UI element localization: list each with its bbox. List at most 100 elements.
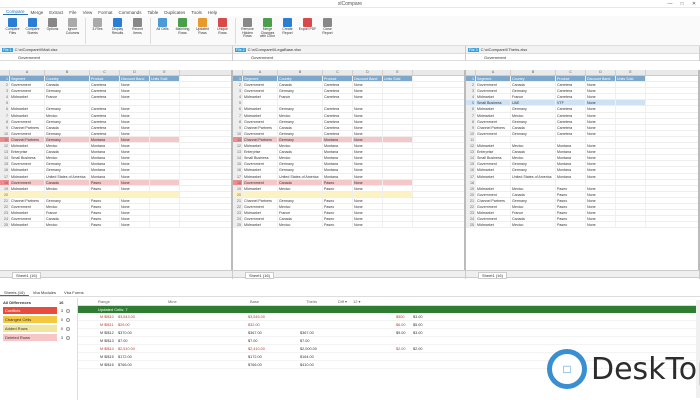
cell[interactable]: Units Sold xyxy=(383,76,413,82)
cell[interactable]: Discount Band xyxy=(586,76,616,82)
cell[interactable]: None xyxy=(120,112,150,118)
cell[interactable]: Paseo xyxy=(556,203,586,210)
cell[interactable]: Government xyxy=(243,88,278,94)
cell[interactable]: United States of America xyxy=(511,173,556,179)
cell[interactable]: Canada xyxy=(278,124,323,130)
cell[interactable]: Mexico xyxy=(45,155,90,161)
cell[interactable] xyxy=(150,118,180,124)
cell[interactable] xyxy=(616,197,646,203)
cell[interactable]: None xyxy=(353,222,383,228)
cell[interactable] xyxy=(616,203,646,210)
cell[interactable]: Germany xyxy=(278,88,323,94)
cell[interactable]: None xyxy=(353,112,383,118)
menu-extract[interactable]: Extract xyxy=(46,10,66,15)
cell[interactable]: Paseo xyxy=(323,216,353,222)
cell[interactable]: Enterprise xyxy=(243,149,278,155)
cell[interactable]: Germany xyxy=(45,118,90,124)
file1-path[interactable]: File 1 C:\xlCompare\l\Mail.xlsx xyxy=(0,45,233,54)
cell[interactable]: Government xyxy=(476,161,511,167)
sheet-tab-3[interactable]: Sheet1 (16) xyxy=(478,271,507,279)
cell[interactable]: Mexico xyxy=(278,185,323,191)
cell[interactable] xyxy=(150,179,180,185)
maximize-button[interactable]: □ xyxy=(676,0,688,8)
cell[interactable]: Carretera xyxy=(556,106,586,112)
ribbon-close-report-button[interactable]: Close Report xyxy=(318,18,337,35)
cell[interactable] xyxy=(10,191,45,197)
menu-format[interactable]: Format xyxy=(95,10,115,15)
cell[interactable] xyxy=(150,197,180,203)
diff-row[interactable]: M $I$10 $3,543.00 $3,545.00 $500 $3.00 xyxy=(78,313,700,321)
cell[interactable]: Canada xyxy=(45,149,90,155)
cell[interactable] xyxy=(150,191,180,197)
updated-cells-group[interactable]: Updated Cells: 7 xyxy=(78,306,700,313)
cell[interactable]: Paseo xyxy=(556,191,586,197)
cell[interactable]: Government xyxy=(476,203,511,210)
cell[interactable]: Germany xyxy=(278,118,323,124)
cell[interactable]: Germany xyxy=(511,197,556,203)
cell[interactable]: Enterprise xyxy=(476,149,511,155)
cell[interactable]: None xyxy=(353,216,383,222)
cell[interactable]: Montana xyxy=(90,173,120,179)
ribbon-matching-rows-button[interactable]: Matching Rows xyxy=(173,18,192,35)
cell[interactable]: None xyxy=(586,197,616,203)
cell[interactable] xyxy=(383,191,413,197)
diff-row[interactable]: M $I$11 $29.00 $32.00 $6.00 $5.00 xyxy=(78,321,700,329)
cell[interactable]: None xyxy=(586,88,616,94)
cell[interactable]: Mexico xyxy=(45,143,90,149)
cell[interactable]: Canada xyxy=(278,179,323,185)
cell[interactable] xyxy=(45,191,90,197)
cell[interactable]: Carretera xyxy=(556,94,586,100)
minimize-button[interactable]: — xyxy=(664,0,676,8)
cell[interactable]: Paseo xyxy=(90,203,120,210)
cell[interactable] xyxy=(383,216,413,222)
cell[interactable]: None xyxy=(586,112,616,118)
cell[interactable] xyxy=(616,222,646,228)
cell[interactable]: Germany xyxy=(45,167,90,173)
cell[interactable]: Units Sold xyxy=(616,76,646,82)
cell[interactable]: Government xyxy=(476,216,511,222)
cell[interactable]: Montana xyxy=(556,143,586,149)
ribbon-unique-rows-button[interactable]: Unique Rows xyxy=(213,18,232,35)
cell[interactable] xyxy=(383,173,413,179)
cell[interactable] xyxy=(556,136,586,143)
ribbon-export-pdf-button[interactable]: Export PDF xyxy=(298,18,317,32)
cell[interactable]: Midmarket xyxy=(10,173,45,179)
cell[interactable] xyxy=(150,124,180,130)
cell[interactable]: None xyxy=(120,173,150,179)
cell[interactable]: Midmarket xyxy=(243,167,278,173)
cell[interactable]: Montana xyxy=(556,173,586,179)
cell[interactable] xyxy=(616,161,646,167)
cell[interactable]: Germany xyxy=(511,106,556,112)
cell[interactable]: Midmarket xyxy=(10,106,45,112)
cell[interactable]: VTF xyxy=(556,100,586,106)
cell[interactable]: None xyxy=(353,136,383,143)
cell[interactable] xyxy=(278,100,323,106)
cell[interactable]: Mexico xyxy=(511,143,556,149)
cell[interactable]: Montana xyxy=(90,136,120,143)
cell[interactable]: Midmarket xyxy=(243,143,278,149)
column-header[interactable]: D xyxy=(586,70,616,75)
cell[interactable]: Carretera xyxy=(90,94,120,100)
diff-row[interactable]: M $I$13 $7.00 $7.00 $7.00 xyxy=(78,337,700,345)
close-button[interactable]: ✕ xyxy=(688,0,700,8)
cell[interactable]: Germany xyxy=(278,136,323,143)
cell[interactable]: Small Business xyxy=(476,155,511,161)
cell[interactable]: Midmarket xyxy=(476,143,511,149)
tab-sheets[interactable]: Sheets (16) xyxy=(0,290,29,296)
cell[interactable]: Carretera xyxy=(90,124,120,130)
cell[interactable] xyxy=(476,179,511,185)
cell[interactable] xyxy=(150,130,180,136)
cell[interactable]: None xyxy=(353,161,383,167)
cell[interactable] xyxy=(150,173,180,179)
cell[interactable]: Midmarket xyxy=(243,173,278,179)
cell[interactable]: Germany xyxy=(45,106,90,112)
cell[interactable]: Montana xyxy=(90,149,120,155)
cell[interactable]: None xyxy=(353,185,383,191)
cell[interactable]: Paseo xyxy=(323,222,353,228)
cell[interactable]: Mexico xyxy=(278,155,323,161)
cell[interactable]: Paseo xyxy=(90,179,120,185)
cell[interactable] xyxy=(120,100,150,106)
cell[interactable] xyxy=(616,191,646,197)
cell[interactable]: Canada xyxy=(278,82,323,88)
diff-filter-added-rows[interactable]: Added Rows 0 xyxy=(0,324,77,333)
